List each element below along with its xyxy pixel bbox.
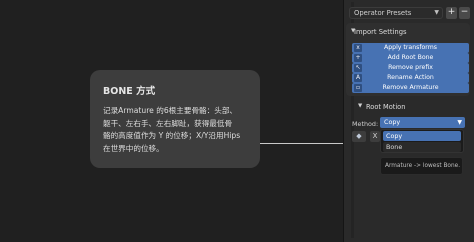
option-tooltip: Armature -> lowest Bone. <box>380 157 463 175</box>
callout-body: 记录Armature 的6根主要骨骼：头部、 躯干、左右手、左右脚趾，获得最低骨… <box>103 105 248 155</box>
add-root-bone-button[interactable]: + Add Root Bone <box>352 53 469 63</box>
button-label: Remove Armature <box>382 84 439 91</box>
cursor-icon: ↖ <box>354 64 362 72</box>
remove-preset-button[interactable]: − <box>459 7 470 19</box>
method-dropdown-menu: Copy Bone <box>380 129 464 153</box>
keyframe-diamond-icon[interactable]: ◆ <box>352 131 366 142</box>
callout-title: BONE 方式 <box>103 86 156 97</box>
import-settings-header[interactable]: ▼ Import Settings <box>351 28 407 36</box>
method-select[interactable]: Copy ▼ <box>380 117 465 128</box>
callout-line: 骼的高度值作为 Y 的位移；X/Y沿用Hips <box>103 131 241 140</box>
chevron-down-icon: ▼ <box>457 119 462 126</box>
import-settings-section: ▼ Import Settings x Apply transforms + A… <box>346 23 470 96</box>
button-label: Rename Action <box>387 74 434 81</box>
x-axis-toggle[interactable]: X <box>370 131 380 142</box>
chevron-down-icon: ▼ <box>351 28 356 34</box>
3d-viewport[interactable]: BONE 方式 记录Armature 的6根主要骨骼：头部、 躯干、左右手、左右… <box>0 0 343 242</box>
dropdown-option-bone[interactable]: Bone <box>383 142 461 152</box>
button-label: Add Root Bone <box>387 54 434 61</box>
chevron-down-icon: ▼ <box>434 9 439 16</box>
rename-action-button[interactable]: A Rename Action <box>352 73 469 83</box>
method-label: Method: <box>352 120 379 128</box>
annotation-callout: BONE 方式 记录Armature 的6根主要骨骼：头部、 躯干、左右手、左右… <box>90 70 260 168</box>
button-label: Remove prefix <box>388 64 433 71</box>
import-settings-title: Import Settings <box>354 28 407 36</box>
add-preset-button[interactable]: + <box>446 7 457 19</box>
operator-presets-label: Operator Presets <box>354 9 412 17</box>
operator-presets-row: Operator Presets ▼ + − <box>349 7 471 20</box>
dropdown-option-copy[interactable]: Copy <box>383 131 461 141</box>
remove-armature-button[interactable]: ▫ Remove Armature <box>352 83 469 93</box>
remove-prefix-button[interactable]: ↖ Remove prefix <box>352 63 469 73</box>
callout-line: 躯干、左右手、左右脚趾，获得最低骨 <box>103 118 233 128</box>
transform-icon: x <box>354 44 362 52</box>
operator-presets-select[interactable]: Operator Presets ▼ <box>349 7 443 19</box>
rename-icon: A <box>354 74 362 82</box>
button-label: Apply transforms <box>384 44 437 51</box>
callout-line: 记录Armature 的6根主要骨骼：头部、 <box>103 106 238 115</box>
root-motion-header[interactable]: Root Motion <box>366 103 405 111</box>
trash-icon: ▫ <box>354 84 362 92</box>
callout-line: 在世界中的位移。 <box>103 143 164 153</box>
bone-icon: + <box>354 54 362 62</box>
chevron-down-icon: ▼ <box>358 103 363 109</box>
method-value: Copy <box>384 118 401 126</box>
apply-transforms-button[interactable]: x Apply transforms <box>352 43 469 53</box>
